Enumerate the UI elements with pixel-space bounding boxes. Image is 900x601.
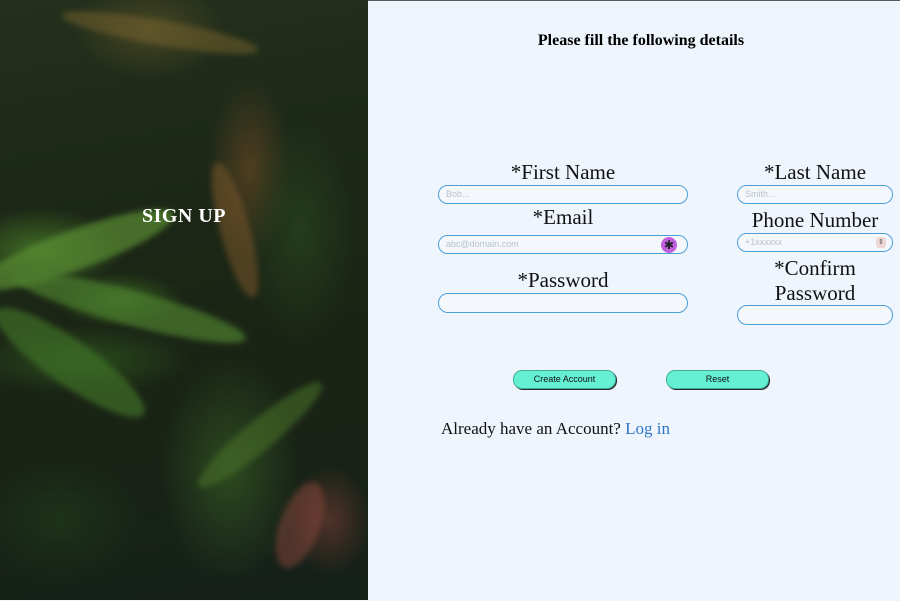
- confirm-password-label-line2: Password: [774, 281, 856, 305]
- reset-button[interactable]: Reset: [666, 370, 769, 389]
- first-name-label: *First Name: [510, 160, 616, 184]
- phone-number-label: Phone Number: [751, 208, 879, 232]
- last-name-label: *Last Name: [763, 160, 867, 184]
- phone-number-input[interactable]: +1xxxxxx ⇕: [737, 233, 893, 252]
- email-label: *Email: [532, 205, 594, 229]
- email-input[interactable]: abc@domain.com ✱: [438, 235, 688, 254]
- confirm-password-label-line1: *Confirm: [774, 256, 856, 280]
- login-link[interactable]: Log in: [625, 419, 670, 438]
- first-name-input[interactable]: Bob...: [438, 185, 688, 204]
- foliage-shape: [202, 158, 268, 302]
- foliage-shape: [265, 475, 335, 575]
- signup-form-panel: Please fill the following details *First…: [368, 0, 900, 601]
- phone-placeholder: +1xxxxxx: [745, 237, 783, 247]
- key-icon[interactable]: ✱: [661, 237, 677, 253]
- password-input[interactable]: [438, 293, 688, 313]
- password-label: *Password: [517, 268, 609, 292]
- last-name-placeholder: Smith...: [745, 189, 776, 199]
- spinner-icon[interactable]: ⇕: [876, 237, 886, 248]
- form-heading: Please fill the following details: [537, 32, 745, 49]
- page-title: SIGN UP: [141, 205, 227, 227]
- account-prompt-text: Already have an Account?: [441, 419, 621, 438]
- foliage-shape: [59, 2, 261, 63]
- background-image-panel: SIGN UP: [0, 0, 368, 600]
- confirm-password-input[interactable]: [737, 305, 893, 325]
- login-prompt: Already have an Account? Log in: [441, 419, 670, 439]
- email-placeholder: abc@domain.com: [446, 239, 519, 249]
- first-name-placeholder: Bob...: [446, 189, 470, 199]
- last-name-input[interactable]: Smith...: [737, 185, 893, 204]
- create-account-button[interactable]: Create Account: [513, 370, 616, 389]
- foliage-shape: [189, 372, 331, 498]
